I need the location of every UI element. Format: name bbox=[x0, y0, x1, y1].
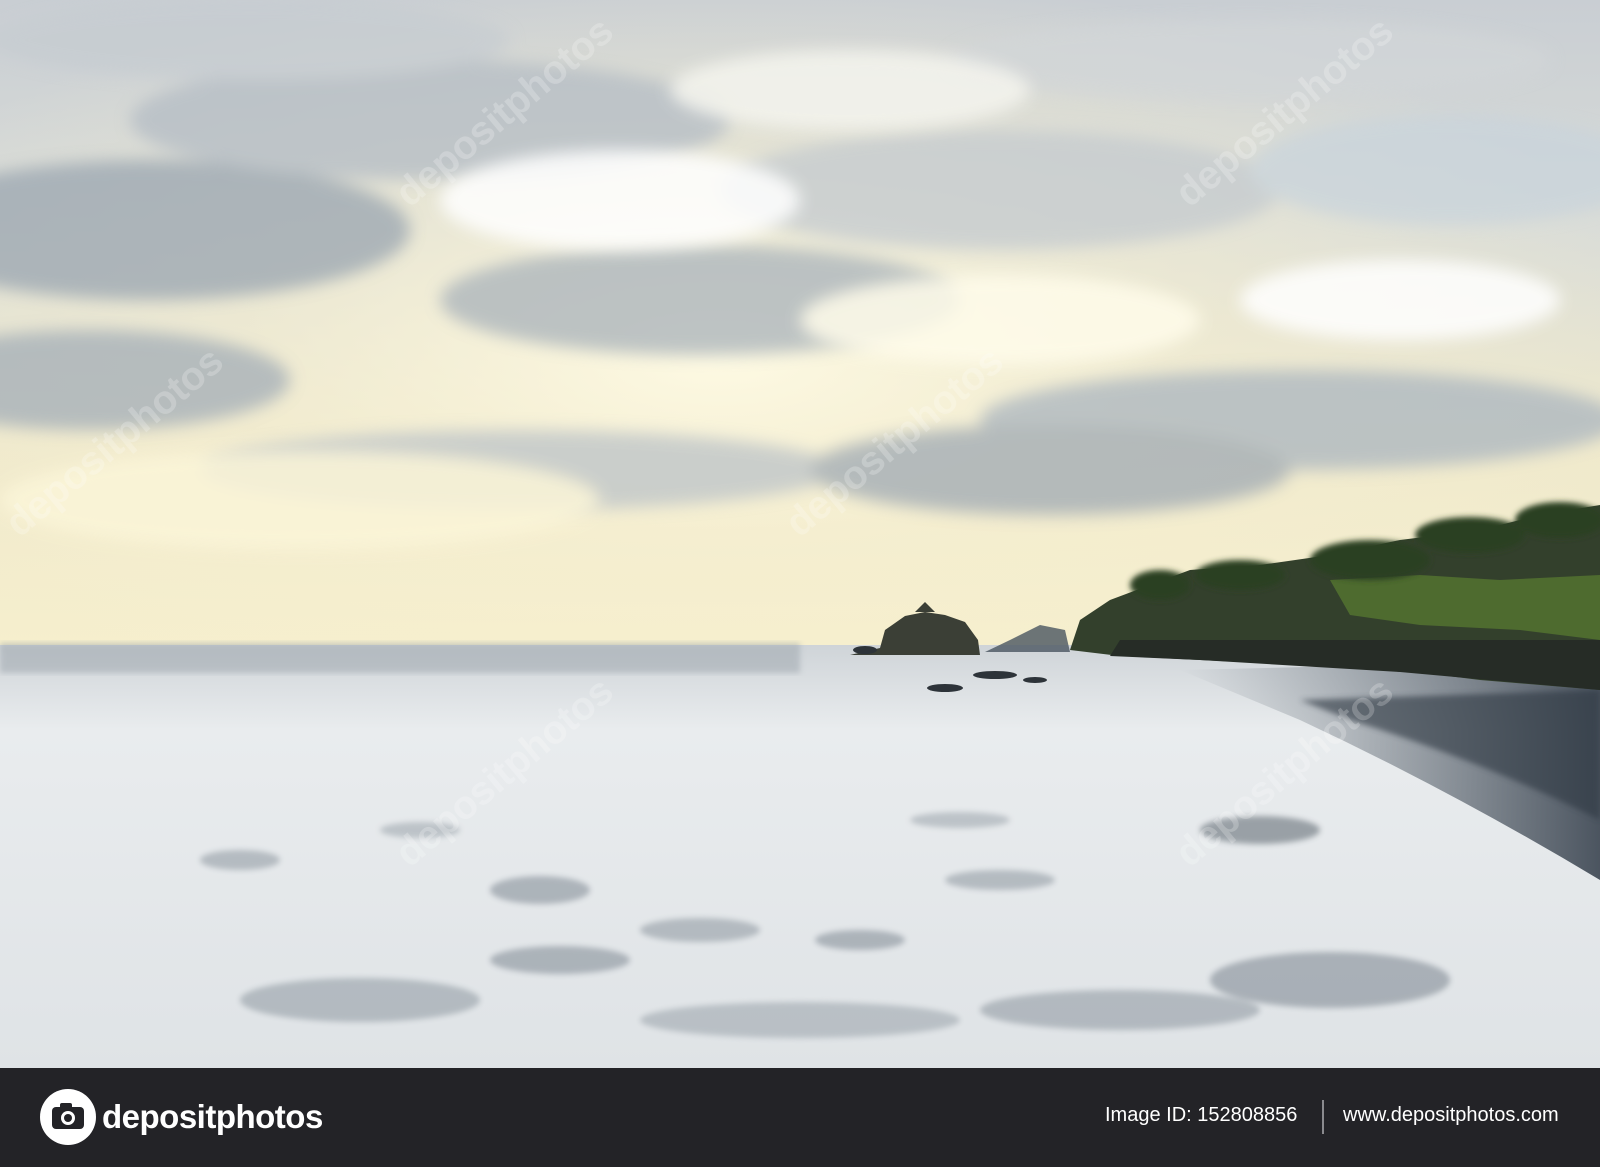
footer-bar: depositphotos Image ID: 152808856 www.de… bbox=[0, 1068, 1600, 1167]
divider bbox=[1322, 1100, 1324, 1134]
site-url-link[interactable]: www.depositphotos.com bbox=[1343, 1104, 1559, 1127]
image-id-label: Image ID: bbox=[1105, 1104, 1192, 1126]
depositphotos-logo[interactable]: depositphotos bbox=[40, 1087, 323, 1147]
image-id: Image ID: 152808856 bbox=[1105, 1104, 1297, 1127]
seascape-photo bbox=[0, 0, 1600, 1068]
image-id-value: 152808856 bbox=[1197, 1104, 1298, 1126]
stock-photo: depositphotos depositphotos depositphoto… bbox=[0, 0, 1600, 1068]
logo-text: depositphotos bbox=[102, 1098, 323, 1135]
camera-icon bbox=[40, 1089, 96, 1145]
